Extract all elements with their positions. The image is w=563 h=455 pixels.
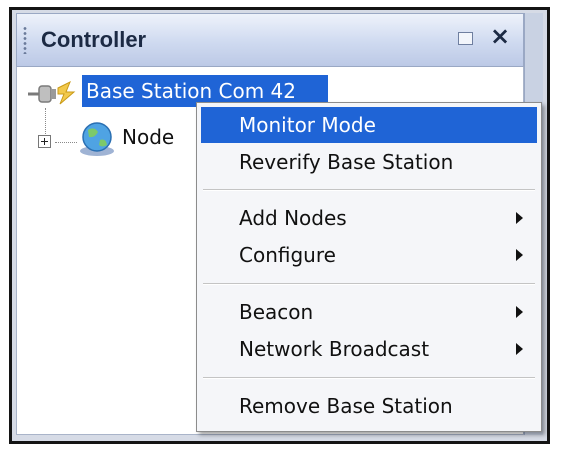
- tree-connector-line: [55, 142, 77, 144]
- menu-item-remove-base-station[interactable]: Remove Base Station: [201, 388, 537, 424]
- menu-item-label: Reverify Base Station: [239, 150, 454, 174]
- context-menu: Monitor Mode Reverify Base Station Add N…: [196, 102, 542, 432]
- close-icon[interactable]: ×: [490, 24, 510, 48]
- menu-item-beacon[interactable]: Beacon: [201, 294, 537, 330]
- menu-item-reverify-base-station[interactable]: Reverify Base Station: [201, 144, 537, 180]
- menu-item-add-nodes[interactable]: Add Nodes: [201, 200, 537, 236]
- tree-connector-line: [45, 108, 47, 138]
- panel-title: Controller: [41, 27, 147, 52]
- menu-item-configure[interactable]: Configure: [201, 237, 537, 273]
- submenu-arrow-icon: [516, 212, 523, 224]
- controller-titlebar: Controller ×: [16, 13, 524, 67]
- menu-item-label: Monitor Mode: [239, 113, 376, 137]
- submenu-arrow-icon: [516, 306, 523, 318]
- menu-item-monitor-mode[interactable]: Monitor Mode: [201, 107, 537, 143]
- menu-separator: [203, 189, 535, 191]
- menu-item-label: Beacon: [239, 300, 314, 324]
- submenu-arrow-icon: [516, 249, 523, 261]
- menu-separator: [203, 377, 535, 379]
- menu-separator: [203, 283, 535, 285]
- tree-item-nodes[interactable]: Node: [122, 125, 174, 149]
- drag-grip-icon[interactable]: [23, 26, 27, 54]
- menu-item-label: Network Broadcast: [239, 337, 430, 361]
- menu-item-network-broadcast[interactable]: Network Broadcast: [201, 331, 537, 367]
- menu-item-label: Add Nodes: [239, 206, 347, 230]
- restore-icon[interactable]: [458, 32, 473, 45]
- plug-icon: [28, 80, 76, 105]
- menu-item-label: Remove Base Station: [239, 394, 453, 418]
- globe-network-icon: [80, 122, 114, 156]
- menu-item-label: Configure: [239, 243, 336, 267]
- expand-plus-icon[interactable]: [38, 135, 51, 148]
- submenu-arrow-icon: [516, 343, 523, 355]
